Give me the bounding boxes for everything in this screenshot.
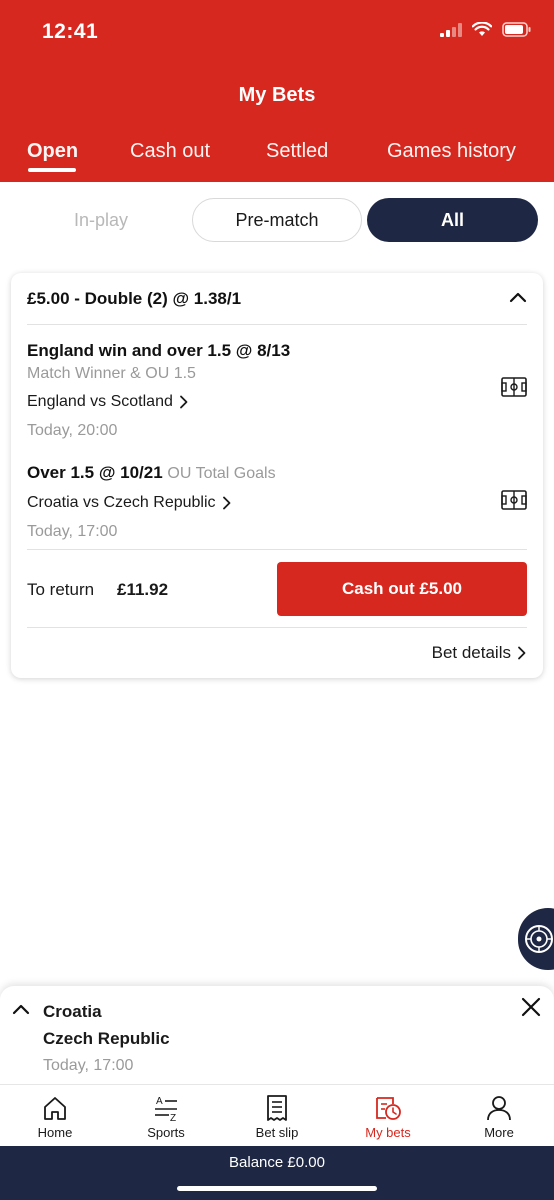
close-icon[interactable]	[520, 996, 542, 1018]
cash-out-button[interactable]: Cash out £5.00	[277, 562, 527, 616]
casino-shortcut-button[interactable]	[518, 908, 554, 970]
bet-card: £5.00 - Double (2) @ 1.38/1 England win …	[11, 273, 543, 678]
match-time: Today, 17:00	[43, 1057, 134, 1074]
pitch-icon[interactable]	[501, 490, 527, 510]
match-tracker-panel: Croatia Czech Republic Today, 17:00	[0, 986, 554, 1086]
filter-in-play[interactable]: In-play	[16, 198, 186, 242]
tab-open[interactable]: Open	[27, 140, 78, 163]
nav-home[interactable]: Home	[0, 1093, 110, 1140]
tab-games-history[interactable]: Games history	[387, 140, 516, 163]
match-time: Today, 20:00	[27, 422, 118, 439]
balance-label: Balance £0.00	[229, 1154, 325, 1171]
nav-label: More	[484, 1125, 514, 1140]
nav-label: Bet slip	[255, 1125, 299, 1140]
match-link[interactable]: England vs Scotland	[27, 393, 189, 411]
wifi-icon	[472, 22, 492, 36]
battery-icon	[502, 22, 531, 37]
nav-my-bets[interactable]: My bets	[333, 1093, 443, 1140]
sports-az-icon: A Z	[155, 1096, 177, 1123]
divider	[27, 324, 527, 325]
page-title: My Bets	[238, 84, 316, 106]
to-return-value: £11.92	[117, 580, 169, 599]
status-icons	[440, 22, 532, 37]
match-name: Croatia vs Czech Republic	[27, 494, 216, 511]
pitch-icon[interactable]	[501, 377, 527, 397]
bet-details-link[interactable]: Bet details	[432, 643, 527, 663]
match-link[interactable]: Croatia vs Czech Republic	[27, 494, 232, 512]
betslip-icon	[267, 1095, 287, 1121]
user-icon	[487, 1096, 511, 1121]
mybets-icon	[376, 1097, 401, 1120]
divider	[27, 627, 527, 628]
bottom-nav: Home A Z Sports Bet slip My bets More	[0, 1084, 554, 1146]
tab-settled[interactable]: Settled	[266, 140, 328, 163]
app-header: 12:41 My Bets Open Cash out Settled Game…	[0, 0, 554, 182]
signal-icon	[440, 22, 462, 37]
selection-market: OU Total Goals	[167, 465, 276, 482]
svg-text:A: A	[156, 1096, 163, 1107]
filter-pre-match[interactable]: Pre-match	[192, 198, 362, 242]
nav-label: Sports	[147, 1125, 185, 1140]
status-time: 12:41	[42, 20, 99, 43]
bet-tabs: Open Cash out Settled Games history	[0, 138, 554, 182]
nav-sports[interactable]: A Z Sports	[111, 1093, 221, 1140]
filter-all[interactable]: All	[367, 198, 538, 242]
nav-more[interactable]: More	[444, 1093, 554, 1140]
chevron-right-icon	[518, 646, 526, 660]
svg-text:Z: Z	[170, 1113, 176, 1123]
selection-title: England win and over 1.5 @ 8/13	[27, 341, 291, 360]
match-name: England vs Scotland	[27, 393, 173, 410]
bet-header: £5.00 - Double (2) @ 1.38/1	[27, 289, 242, 308]
chevron-up-icon[interactable]	[509, 291, 527, 303]
chevron-up-icon[interactable]	[12, 1002, 30, 1016]
home-icon	[44, 1097, 66, 1120]
bet-filter-row: In-play Pre-match All	[0, 198, 554, 242]
nav-bet-slip[interactable]: Bet slip	[222, 1093, 332, 1140]
active-tab-indicator	[28, 168, 76, 172]
home-team: Croatia	[43, 1002, 102, 1021]
nav-label: Home	[37, 1125, 73, 1140]
balance-bar[interactable]: Balance £0.00	[0, 1146, 554, 1200]
divider	[27, 549, 527, 550]
roulette-icon	[525, 925, 553, 953]
bet-details-label: Bet details	[431, 643, 511, 662]
away-team: Czech Republic	[43, 1029, 170, 1048]
chevron-right-icon	[222, 496, 230, 510]
selection-market: Match Winner & OU 1.5	[27, 365, 196, 382]
match-time: Today, 17:00	[27, 523, 118, 540]
selection-title-row: Over 1.5 @ 10/21 OU Total Goals	[27, 463, 276, 483]
nav-label: My bets	[365, 1125, 411, 1140]
tab-cash-out[interactable]: Cash out	[130, 140, 210, 163]
home-indicator	[177, 1186, 377, 1191]
chevron-right-icon	[179, 395, 188, 409]
selection-title: Over 1.5 @ 10/21	[27, 463, 163, 482]
to-return-label: To return	[27, 580, 95, 599]
